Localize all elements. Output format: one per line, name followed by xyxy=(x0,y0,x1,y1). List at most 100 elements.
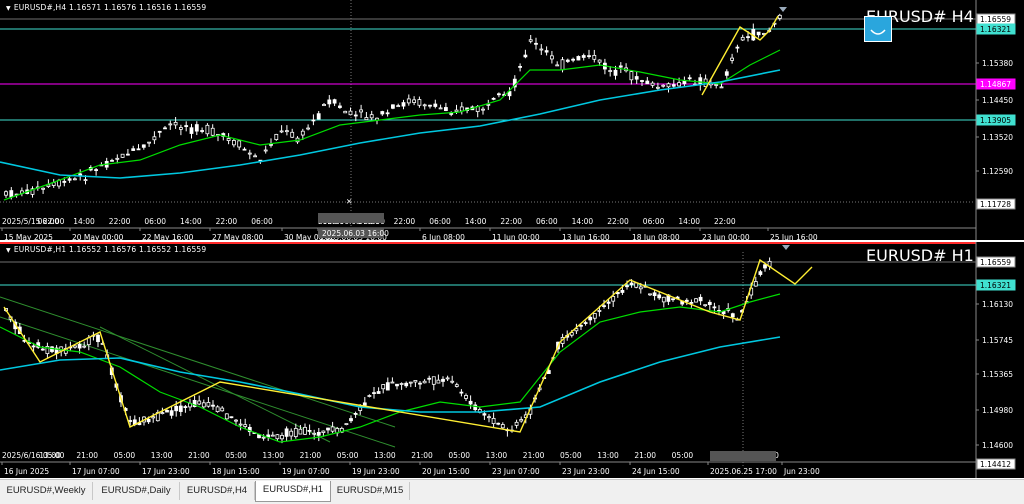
candle-bull xyxy=(231,140,236,146)
candle-bear xyxy=(62,180,67,183)
time-label-inner: 22:00 xyxy=(109,217,131,226)
time-label-inner: 05:00 xyxy=(337,451,359,460)
candle-bull xyxy=(406,98,411,104)
expert-smile-icon[interactable] xyxy=(864,16,892,42)
price-tag: 1.16321 xyxy=(980,281,1011,290)
candle-bull xyxy=(270,434,275,437)
candle-bull xyxy=(412,99,417,103)
candle-bull xyxy=(343,110,348,114)
tab-m15[interactable]: EURUSD#,M15 xyxy=(331,482,410,500)
candle-bear xyxy=(178,405,183,412)
candle-bear xyxy=(671,298,675,301)
candle-bull xyxy=(648,293,652,296)
candle-bear xyxy=(78,173,83,176)
time-label-inner: 21:00 xyxy=(634,451,656,460)
price-label: 1.12590 xyxy=(982,167,1013,176)
time-label-inner: 13:00 xyxy=(597,451,619,460)
candle-bear xyxy=(441,378,445,382)
candle-bull xyxy=(422,380,427,384)
candle-bear xyxy=(652,292,657,297)
chart-h4[interactable]: 1.16559 1.16321 1.15380 1.14867 1.14450 1.139… xyxy=(0,0,1024,240)
price-tag: 1.16559 xyxy=(980,258,1011,267)
candle-bear xyxy=(353,114,358,117)
candle-bear xyxy=(146,418,151,423)
candle-bear xyxy=(657,294,662,299)
crosshair-marker: ✕ xyxy=(346,197,352,206)
candle-bear xyxy=(163,127,167,130)
tab-weekly[interactable]: EURUSD#,Weekly xyxy=(0,482,93,500)
candle-bear xyxy=(157,130,162,133)
candle-bear xyxy=(491,97,496,100)
candle-bear xyxy=(9,190,14,198)
time-label-inner: 22:00 xyxy=(216,217,238,226)
candle-bear xyxy=(581,55,586,58)
time-label-inner: 06:00 xyxy=(144,217,166,226)
time-label-inner: 21:00 xyxy=(300,451,322,460)
candle-bull xyxy=(206,402,211,407)
price-tag: 1.16321 xyxy=(980,25,1011,34)
time-label-inner: 05:00 xyxy=(560,451,582,460)
time-label: 17 Jun 23:00 xyxy=(142,467,190,476)
candle-bull xyxy=(173,121,178,126)
candle-bear xyxy=(67,178,72,181)
candle-bear xyxy=(174,405,179,412)
candle-bull xyxy=(413,380,418,383)
chart-tab-bar: EURUSD#,Weekly EURUSD#,Daily EURUSD#,H4 … xyxy=(0,479,1024,504)
candle-bear xyxy=(640,80,644,82)
chart-h1[interactable]: 1.16559 1.16321 1.16130 1.15745 1.15365 1.149… xyxy=(0,242,1024,478)
candle-bull xyxy=(160,412,165,415)
zigzag-line xyxy=(3,258,813,433)
candle-bear xyxy=(40,348,45,351)
candle-bull xyxy=(247,152,252,155)
tab-h4[interactable]: EURUSD#,H4 xyxy=(180,482,255,500)
candle-bull xyxy=(369,114,374,119)
candle-bear xyxy=(735,46,740,49)
candle-bear xyxy=(189,127,194,134)
candle-bull xyxy=(224,413,229,420)
time-label: 17 Jun 07:00 xyxy=(72,467,120,476)
candle-bear xyxy=(128,420,133,422)
price-label: 1.16130 xyxy=(982,300,1013,309)
candle-bull xyxy=(611,296,616,302)
candle-bear xyxy=(588,316,593,321)
candle-bear xyxy=(482,413,487,416)
candle-bear xyxy=(587,55,591,58)
candle-bear xyxy=(327,99,332,105)
candle-bull xyxy=(481,108,485,111)
time-label: 19 Jun 07:00 xyxy=(282,467,330,476)
candle-bear xyxy=(401,102,406,107)
time-label-inner: 06:00 xyxy=(429,217,451,226)
candle-bear xyxy=(376,391,381,394)
time-label-inner: 05:00 xyxy=(225,451,247,460)
ma-fast-line xyxy=(0,293,781,443)
candle-bull xyxy=(330,426,335,432)
candle-bull xyxy=(237,140,242,148)
price-label: 1.15365 xyxy=(982,370,1013,379)
chart-h1-canvas[interactable]: 1.16559 1.16321 1.16130 1.15745 1.15365 1.149… xyxy=(0,242,1024,478)
candle-bull xyxy=(408,381,413,384)
candle-bull xyxy=(528,39,533,42)
candle-bear xyxy=(390,104,395,109)
price-tag: 1.14867 xyxy=(980,80,1011,89)
time-label-inner: 05:00 xyxy=(672,451,694,460)
time-label-inner: 06:00 xyxy=(643,217,665,226)
candle-bull xyxy=(396,105,401,108)
chart-h1-info: ▼ EURUSD#,H1 1.16552 1.16576 1.16552 1.16… xyxy=(6,245,207,254)
candle-bull xyxy=(344,423,349,426)
channel-line xyxy=(0,296,396,428)
candle-bear xyxy=(712,306,717,309)
candle-bear xyxy=(96,334,100,343)
time-label-inner: 21:00 xyxy=(523,451,545,460)
candle-bear xyxy=(316,113,321,120)
time-label-inner: 22:00 xyxy=(714,217,736,226)
candle-bear xyxy=(613,69,618,76)
candle-bull xyxy=(197,400,202,405)
candle-bull xyxy=(539,48,544,51)
time-label-inner: 06:00 xyxy=(251,217,273,226)
tab-daily[interactable]: EURUSD#,Daily xyxy=(93,482,180,500)
candle-bear xyxy=(756,31,761,36)
candle-bull xyxy=(560,59,565,71)
candle-bear xyxy=(618,65,623,68)
candle-bull xyxy=(381,384,386,390)
tab-h1[interactable]: EURUSD#,H1 xyxy=(255,481,331,502)
